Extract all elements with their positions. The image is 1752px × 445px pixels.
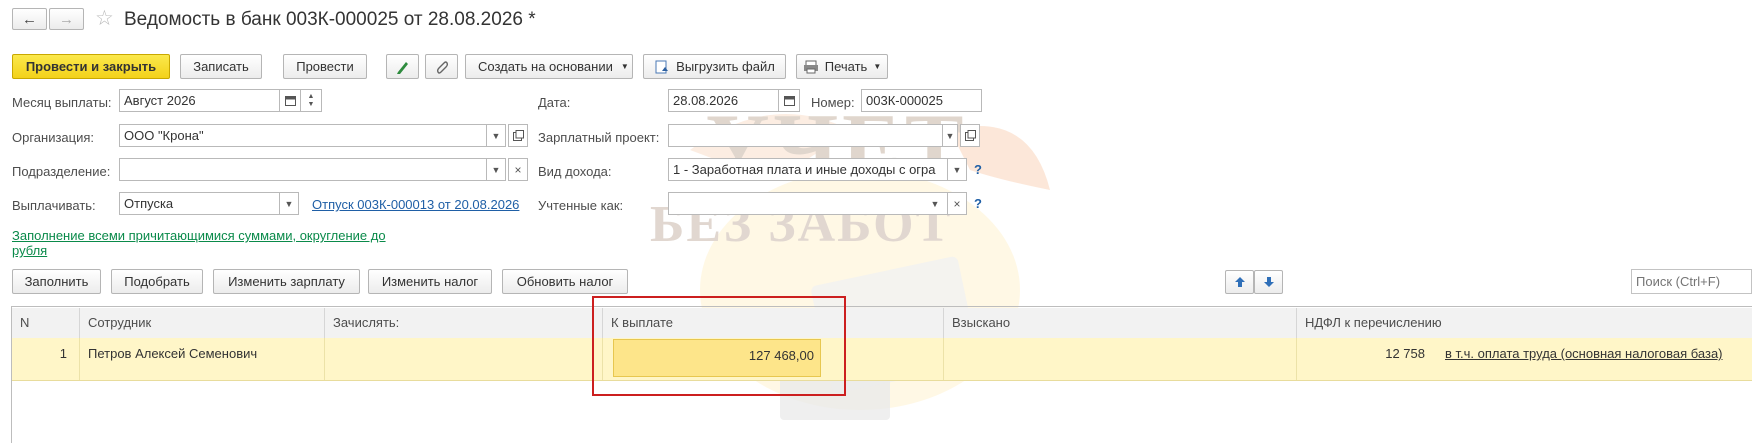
upload-file-label: Выгрузить файл [676, 59, 775, 74]
org-open-button[interactable] [508, 124, 528, 147]
create-based-on-label: Создать на основании [478, 59, 613, 74]
chevron-down-icon: ▼ [952, 164, 962, 175]
update-tax-button[interactable]: Обновить налог [502, 269, 628, 294]
income-type-help-icon[interactable]: ? [974, 162, 982, 177]
org-field[interactable]: ООО "Крона" [119, 124, 487, 147]
month-label: Месяц выплаты: [12, 95, 112, 110]
save-button[interactable]: Записать [180, 54, 262, 79]
change-salary-button[interactable]: Изменить зарплату [213, 269, 360, 294]
pick-button[interactable]: Подобрать [111, 269, 203, 294]
arrow-left-icon: ← [22, 10, 37, 28]
arrow-down-icon [1263, 277, 1274, 287]
vacation-document-link[interactable]: Отпуск 003К-000013 от 20.08.2026 [312, 197, 519, 212]
upload-file-icon [655, 60, 669, 73]
table-header: N Сотрудник Зачислять: К выплате Взыскан… [12, 308, 1752, 339]
accounted-as-clear-button[interactable]: × [947, 192, 967, 215]
search-input[interactable] [1631, 269, 1752, 294]
stepper-down-icon: ▼ [307, 100, 315, 108]
date-calendar-button[interactable] [778, 89, 800, 112]
fill-all-amounts-link-line2: рубля [12, 243, 48, 258]
division-clear-button[interactable]: × [508, 158, 528, 181]
clear-icon: × [514, 162, 522, 177]
create-based-on-button[interactable]: Создать на основании ▼ [465, 54, 633, 79]
month-stepper[interactable]: ▲ ▼ [300, 89, 322, 112]
salary-project-label: Зарплатный проект: [538, 130, 660, 145]
salary-project-dropdown[interactable]: ▼ [942, 124, 958, 147]
change-tax-button[interactable]: Изменить налог [368, 269, 492, 294]
pay-dropdown[interactable]: ▼ [279, 192, 299, 215]
forward-button[interactable]: → [49, 8, 84, 30]
row-number: 1 [59, 346, 67, 361]
month-field[interactable]: Август 2026 [119, 89, 280, 112]
column-header-ndfl[interactable]: НДФЛ к перечислению [1296, 308, 1752, 338]
move-down-button[interactable] [1254, 270, 1283, 294]
number-field[interactable]: 003К-000025 [861, 89, 982, 112]
division-dropdown[interactable]: ▼ [486, 158, 506, 181]
income-type-label: Вид дохода: [538, 164, 612, 179]
chevron-down-icon: ▼ [930, 198, 940, 209]
open-window-icon [512, 130, 524, 141]
pay-field[interactable]: Отпуска [119, 192, 280, 215]
accounted-as-field[interactable] [668, 192, 948, 215]
table-row[interactable]: 1 Петров Алексей Семенович 127 468,00 12… [12, 338, 1752, 381]
chevron-down-icon: ▼ [491, 164, 501, 175]
number-label: Номер: [811, 95, 855, 110]
salary-project-open-button[interactable] [960, 124, 980, 147]
print-button[interactable]: Печать ▼ [796, 54, 888, 79]
org-dropdown[interactable]: ▼ [486, 124, 506, 147]
calendar-icon [284, 96, 296, 106]
date-field[interactable]: 28.08.2026 [668, 89, 780, 112]
calendar-icon [783, 96, 795, 106]
calendar-button[interactable] [279, 89, 301, 112]
column-header-n[interactable]: N [12, 308, 79, 338]
column-header-withheld[interactable]: Взыскано [943, 308, 1296, 338]
column-header-credit-to[interactable]: Зачислять: [324, 308, 602, 338]
pay-label: Выплачивать: [12, 198, 96, 213]
credit-to-cell[interactable] [324, 338, 602, 380]
chevron-down-icon: ▼ [491, 130, 501, 141]
arrow-right-icon: → [59, 10, 74, 28]
org-label: Организация: [12, 130, 95, 145]
edit-doc-button[interactable] [386, 54, 419, 79]
fill-button[interactable]: Заполнить [12, 269, 101, 294]
upload-file-button[interactable]: Выгрузить файл [643, 54, 786, 79]
fill-all-amounts-link-line1: Заполнение всеми причитающимися суммами,… [12, 228, 386, 243]
favorite-star-icon[interactable]: ☆ [95, 6, 114, 31]
accounted-as-label: Учтенные как: [538, 198, 624, 213]
chevron-down-icon: ▼ [620, 62, 629, 71]
ndfl-cell[interactable]: 12 758 в т.ч. оплата труда (основная нал… [1296, 338, 1752, 380]
division-label: Подразделение: [12, 164, 111, 179]
employee-cell[interactable]: Петров Алексей Семенович [79, 338, 324, 380]
accounted-as-dropdown[interactable]: ▼ [925, 192, 945, 215]
accounted-as-help-icon[interactable]: ? [974, 196, 982, 211]
move-up-button[interactable] [1225, 270, 1254, 294]
clear-icon: × [953, 196, 961, 211]
date-label: Дата: [538, 95, 571, 110]
arrow-up-icon [1234, 277, 1245, 287]
chevron-down-icon: ▼ [945, 130, 955, 141]
withheld-cell[interactable] [943, 338, 1296, 380]
fill-all-amounts-link[interactable]: Заполнение всеми причитающимися суммами,… [12, 228, 386, 258]
page-title: Ведомость в банк 003К-000025 от 28.08.20… [124, 9, 536, 30]
division-field[interactable] [119, 158, 487, 181]
column-header-employee[interactable]: Сотрудник [79, 308, 324, 338]
pen-icon [396, 61, 408, 74]
ndfl-value: 12 758 [1385, 346, 1425, 361]
stepper-up-icon: ▲ [307, 92, 315, 100]
paperclip-icon [436, 60, 448, 74]
printer-icon [803, 60, 818, 73]
print-label: Печать [824, 59, 868, 74]
attach-button[interactable] [425, 54, 458, 79]
chevron-down-icon: ▼ [284, 198, 294, 209]
income-type-field[interactable]: 1 - Заработная плата и иные доходы с огр… [668, 158, 948, 181]
highlight-box [592, 296, 846, 396]
salary-project-field[interactable] [668, 124, 943, 147]
chevron-down-icon: ▼ [873, 62, 882, 71]
post-button[interactable]: Провести [283, 54, 367, 79]
back-button[interactable]: ← [12, 8, 47, 30]
post-and-close-button[interactable]: Провести и закрыть [12, 54, 170, 79]
income-type-dropdown[interactable]: ▼ [947, 158, 967, 181]
open-window-icon [964, 130, 976, 141]
ndfl-tax-base-link[interactable]: в т.ч. оплата труда (основная налоговая … [1445, 346, 1723, 361]
